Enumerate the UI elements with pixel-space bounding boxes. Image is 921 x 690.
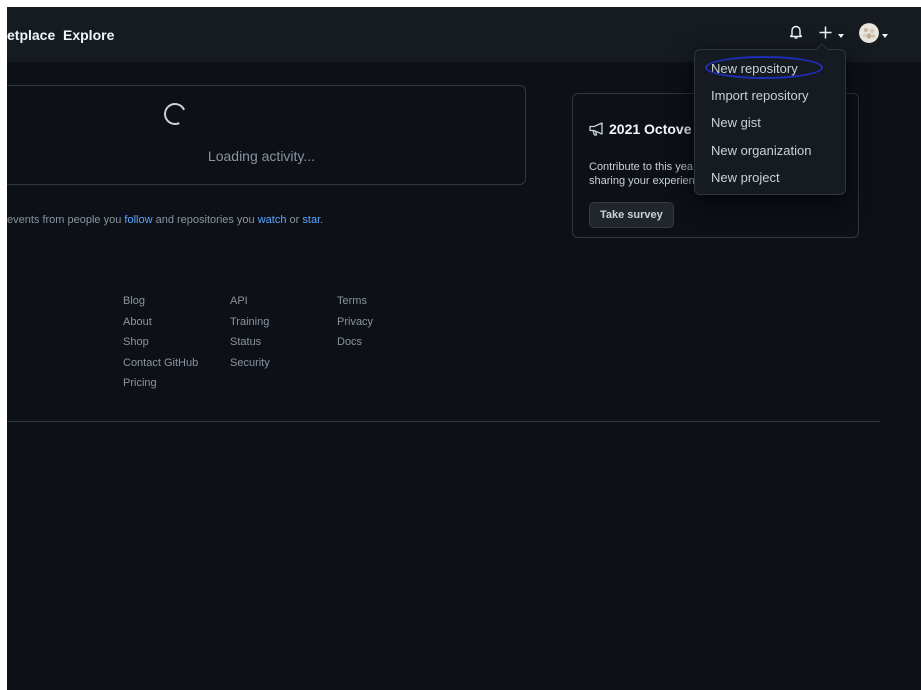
avatar-chevron-down-icon[interactable] <box>882 34 888 38</box>
github-dashboard: etplace Explore Loading activity... even… <box>7 7 921 690</box>
avatar[interactable] <box>859 23 879 43</box>
survey-text-line-1: Contribute to this yea <box>589 161 693 173</box>
activity-hint: events from people you follow and reposi… <box>7 214 323 226</box>
activity-panel: Loading activity... <box>7 85 526 185</box>
footer-link-api[interactable]: API <box>230 291 270 312</box>
plus-icon[interactable] <box>819 26 832 44</box>
megaphone-icon <box>589 122 605 141</box>
loading-spinner-icon <box>160 99 190 129</box>
survey-title: 2021 Octove <box>609 121 692 137</box>
hint-suffix: . <box>320 214 324 226</box>
footer-link-docs[interactable]: Docs <box>337 332 373 353</box>
nav-explore[interactable]: Explore <box>63 27 114 43</box>
nav-marketplace[interactable]: etplace <box>7 27 55 43</box>
hint-middle: and repositories you <box>155 214 255 226</box>
footer-link-shop[interactable]: Shop <box>123 332 198 353</box>
dropdown-caret <box>815 43 829 50</box>
survey-description: Contribute to this yea sharing your expe… <box>589 160 695 188</box>
menu-item-new-organization[interactable]: New organization <box>711 143 811 158</box>
footer-column-2: API Training Status Security <box>230 291 270 373</box>
menu-item-new-repository[interactable]: New repository <box>705 56 823 79</box>
footer-link-blog[interactable]: Blog <box>123 291 198 312</box>
footer-link-contact[interactable]: Contact GitHub <box>123 353 198 374</box>
hint-prefix: events from people you <box>7 214 122 226</box>
loading-activity-text: Loading activity... <box>207 148 316 164</box>
footer-link-training[interactable]: Training <box>230 312 270 333</box>
create-new-dropdown-menu: New repository Import repository New gis… <box>694 43 846 195</box>
take-survey-button[interactable]: Take survey <box>589 202 674 228</box>
footer-link-privacy[interactable]: Privacy <box>337 312 373 333</box>
survey-text-line-2: sharing your experien <box>589 175 695 187</box>
watch-link[interactable]: watch <box>258 214 287 226</box>
footer-link-status[interactable]: Status <box>230 332 270 353</box>
hint-or: or <box>289 214 300 226</box>
highlight-ring <box>705 56 823 79</box>
footer-column-1: Blog About Shop Contact GitHub Pricing <box>123 291 198 394</box>
footer-link-pricing[interactable]: Pricing <box>123 373 198 394</box>
footer-link-about[interactable]: About <box>123 312 198 333</box>
plus-chevron-down-icon[interactable] <box>838 34 844 38</box>
follow-link[interactable]: follow <box>124 214 152 226</box>
footer-link-terms[interactable]: Terms <box>337 291 373 312</box>
menu-item-import-repository[interactable]: Import repository <box>711 88 809 103</box>
footer-divider <box>7 421 880 422</box>
footer-link-security[interactable]: Security <box>230 353 270 374</box>
bell-icon[interactable] <box>789 24 803 45</box>
menu-item-new-gist[interactable]: New gist <box>711 115 761 130</box>
star-link[interactable]: star <box>302 214 320 226</box>
menu-item-new-project[interactable]: New project <box>711 170 780 185</box>
footer-column-3: Terms Privacy Docs <box>337 291 373 353</box>
